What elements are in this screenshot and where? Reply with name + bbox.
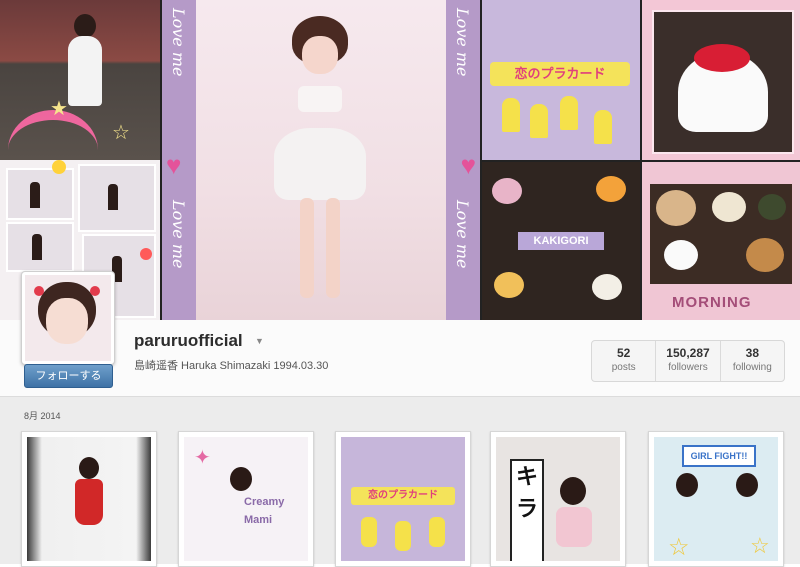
- feed-photo[interactable]: GIRL FIGHT!! ☆ ☆: [648, 431, 784, 567]
- feed-photo[interactable]: [21, 431, 157, 567]
- dessert-cup: [492, 178, 522, 204]
- bowl: [712, 192, 746, 222]
- stat-label: posts: [611, 362, 636, 373]
- profile-avatar[interactable]: [21, 271, 115, 365]
- month-label: 8月 2014: [24, 411, 61, 421]
- dessert-cup: [494, 272, 524, 298]
- profile-bio: 島崎遥香 Haruka Shimazaki 1994.03.30: [134, 360, 329, 372]
- collage-photo-shaved-ice[interactable]: [642, 0, 800, 160]
- girl-skirt: [274, 128, 366, 200]
- stat-label: following: [732, 362, 772, 373]
- collage-photo-morning[interactable]: MORNING: [642, 162, 800, 320]
- photo-feed: 8月 2014 ✦ Creamy Mami 恋のプラカード キラ GIRL FI…: [0, 397, 800, 567]
- avatar-face: [46, 298, 88, 344]
- love-me-text: Love me: [453, 200, 472, 269]
- collage-photo-kakigori[interactable]: KAKIGORI: [482, 162, 640, 320]
- header-collage: ★ ☆ Love me Love me Love me Love me ♥ ♥: [0, 0, 800, 320]
- stat-posts[interactable]: 52 posts: [592, 341, 657, 381]
- star-icon: ☆: [668, 534, 690, 561]
- follow-button[interactable]: フォローする: [24, 364, 113, 388]
- girl-head: [79, 457, 99, 479]
- soup-bowl: [746, 238, 784, 272]
- feed-photo[interactable]: ✦ Creamy Mami: [178, 431, 314, 567]
- photo-image: [27, 437, 151, 561]
- collage-photo-chalk-rainbow[interactable]: ★ ☆: [0, 0, 160, 160]
- rice-bowl: [664, 240, 698, 270]
- wand-icon: ✦: [194, 447, 211, 469]
- dessert-cup: [592, 274, 622, 300]
- creamy-text: Creamy: [244, 496, 285, 508]
- bowl: [758, 194, 786, 220]
- hair-bow: [34, 286, 44, 296]
- star-icon: ☆: [112, 122, 130, 144]
- stat-followers[interactable]: 150,287 followers: [656, 341, 721, 381]
- feed-photo[interactable]: キラ: [490, 431, 626, 567]
- love-me-text: Love me: [453, 8, 472, 77]
- dessert-cup: [596, 176, 626, 202]
- balloon-icon: [52, 160, 66, 174]
- collage-photo-main[interactable]: Love me Love me Love me Love me ♥ ♥: [162, 0, 480, 320]
- figure-yellow: [530, 104, 548, 138]
- girl-leg: [326, 198, 340, 298]
- photo-image: キラ: [496, 437, 620, 561]
- profile-stats: 52 posts 150,287 followers 38 following: [591, 340, 785, 382]
- kira-text: キラ: [510, 459, 544, 561]
- stat-number: 150,287: [666, 346, 710, 360]
- girl-head: [560, 477, 586, 505]
- chevron-down-icon[interactable]: ▼: [255, 336, 264, 346]
- feed-photo[interactable]: 恋のプラカード: [335, 431, 471, 567]
- figure-yellow: [395, 521, 411, 551]
- breakfast-tray: [650, 184, 792, 284]
- mini-photo: [6, 168, 74, 220]
- figure-yellow: [502, 98, 520, 132]
- ice-photo-frame: [652, 10, 794, 154]
- stat-number: 52: [616, 346, 631, 360]
- girl-head: [74, 14, 96, 38]
- stat-label: followers: [668, 362, 708, 373]
- stat-following[interactable]: 38 following: [721, 341, 784, 381]
- creamy-mami-text: Creamy Mami: [244, 493, 284, 529]
- collage-photo-placard[interactable]: 恋のプラカード: [482, 0, 640, 160]
- love-me-text: Love me: [169, 8, 188, 77]
- profile-username: paruruofficial: [134, 331, 243, 350]
- girl-figure: [556, 507, 592, 547]
- heart-icon: ♥: [166, 150, 182, 180]
- mami-text: Mami: [244, 514, 273, 526]
- placard-title: 恋のプラカード: [351, 487, 455, 505]
- star-icon: ★: [50, 98, 68, 120]
- girl-figure: [30, 182, 40, 208]
- balloon-icon: [140, 248, 152, 260]
- girl-figure: [32, 234, 42, 260]
- figure-yellow: [429, 517, 445, 547]
- girl-figure: [68, 36, 102, 106]
- figure-yellow: [594, 110, 612, 144]
- kakigori-label: KAKIGORI: [518, 232, 604, 250]
- red-dress: [75, 479, 103, 525]
- girl-figure: [108, 184, 118, 210]
- star-icon: ☆: [750, 533, 770, 558]
- heart-icon: ♥: [460, 150, 476, 180]
- placard-title: 恋のプラカード: [490, 62, 630, 86]
- girl-face: [302, 36, 338, 74]
- figure-yellow: [560, 96, 578, 130]
- girl-fight-title: GIRL FIGHT!!: [682, 445, 756, 467]
- strawberry-topping: [694, 44, 750, 72]
- bowl: [656, 190, 696, 226]
- photo-image: ✦ Creamy Mami: [184, 437, 308, 561]
- photo-image: 恋のプラカード: [341, 437, 465, 561]
- girl-head: [230, 467, 252, 491]
- love-me-text: Love me: [169, 200, 188, 269]
- morning-label: MORNING: [672, 294, 752, 311]
- photo-image: GIRL FIGHT!! ☆ ☆: [654, 437, 778, 561]
- figure-yellow: [361, 517, 377, 547]
- girl-leg: [300, 198, 314, 298]
- stat-number: 38: [745, 346, 759, 360]
- girl-head: [676, 473, 698, 497]
- girl-head: [736, 473, 758, 497]
- girl-top: [298, 86, 342, 112]
